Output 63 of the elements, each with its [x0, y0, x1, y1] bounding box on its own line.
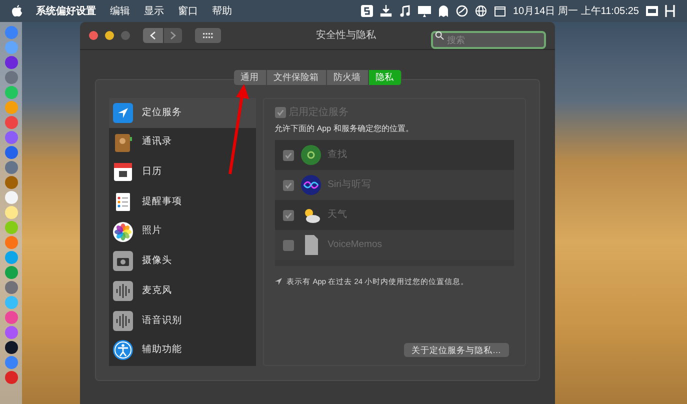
- menu-item[interactable]: 编辑: [110, 4, 130, 18]
- checkbox[interactable]: [282, 150, 294, 160]
- menu-item[interactable]: 系统偏好设置: [36, 4, 96, 18]
- description-text: 允许下面的 App 和服务确定您的位置。: [274, 123, 414, 135]
- menu-item[interactable]: 窗口: [178, 4, 198, 18]
- menu-item[interactable]: 帮助: [212, 4, 232, 18]
- privacy-category[interactable]: 语音识别: [109, 306, 256, 336]
- waveform-icon: [113, 310, 133, 331]
- address-book-icon: [113, 132, 133, 153]
- category-label: 麦克风: [142, 284, 172, 298]
- category-label: 辅助功能: [142, 343, 182, 358]
- category-label: 语音识别: [142, 314, 182, 328]
- input-method-icon[interactable]: [361, 5, 373, 17]
- apple-logo-icon[interactable]: [12, 5, 22, 17]
- clock-text[interactable]: 10月14日 周一 上午11:05:25: [513, 4, 639, 18]
- menu-extra-icon[interactable]: [646, 6, 658, 16]
- menu-item[interactable]: 显示: [144, 4, 164, 18]
- category-label: 通讯录: [142, 135, 172, 150]
- category-label: 日历: [142, 165, 162, 180]
- privacy-category[interactable]: 照片: [109, 216, 256, 246]
- tab[interactable]: 通用: [234, 70, 266, 85]
- chevron-right-icon: [170, 31, 176, 40]
- app-name: 查找: [328, 148, 348, 162]
- privacy-category[interactable]: 通讯录: [109, 128, 256, 158]
- privacy-category[interactable]: 日历: [109, 157, 256, 188]
- privacy-category[interactable]: 提醒事项: [109, 187, 256, 217]
- app-name: 天气: [328, 208, 348, 222]
- window-title: 安全性与隐私: [316, 28, 376, 43]
- privacy-category[interactable]: 摄像头: [109, 246, 256, 276]
- globe-icon[interactable]: [475, 5, 487, 17]
- category-label: 摄像头: [142, 254, 172, 268]
- forward-button[interactable]: [164, 28, 182, 43]
- flower-icon: [113, 222, 133, 242]
- minimize-button[interactable]: [105, 31, 114, 40]
- close-button[interactable]: [89, 31, 98, 40]
- zoom-button[interactable]: [121, 31, 130, 40]
- tab[interactable]: 防火墙: [326, 70, 368, 85]
- privacy-category[interactable]: 辅助功能: [109, 336, 256, 366]
- chevron-left-icon: [150, 31, 156, 40]
- search-icon: [435, 31, 444, 40]
- accessibility-icon: [113, 340, 133, 360]
- checkbox[interactable]: [282, 210, 294, 220]
- show-all-button[interactable]: [195, 28, 221, 43]
- checklist-icon: [113, 192, 133, 212]
- waveform-icon: [113, 280, 133, 301]
- location-arrow-icon: [274, 278, 282, 286]
- download-icon[interactable]: [380, 5, 392, 17]
- siri-orb-icon: [300, 175, 321, 195]
- category-label: 提醒事项: [142, 194, 182, 209]
- display-icon[interactable]: [418, 5, 431, 17]
- checkbox[interactable]: [282, 240, 294, 250]
- about-location-button[interactable]: 关于定位服务与隐私…: [404, 343, 509, 357]
- checkbox[interactable]: [282, 180, 294, 190]
- radar-icon: [300, 145, 321, 165]
- privacy-category[interactable]: 定位服务: [109, 98, 256, 128]
- back-button[interactable]: [143, 28, 163, 43]
- tab[interactable]: 文件保险箱: [266, 70, 326, 85]
- privacy-category[interactable]: 麦克风: [109, 276, 256, 306]
- category-label: 定位服务: [142, 106, 182, 120]
- music-note-icon[interactable]: [399, 5, 411, 17]
- ghost-icon[interactable]: [438, 5, 449, 17]
- category-label: 照片: [142, 224, 162, 238]
- camera-icon: [113, 251, 133, 272]
